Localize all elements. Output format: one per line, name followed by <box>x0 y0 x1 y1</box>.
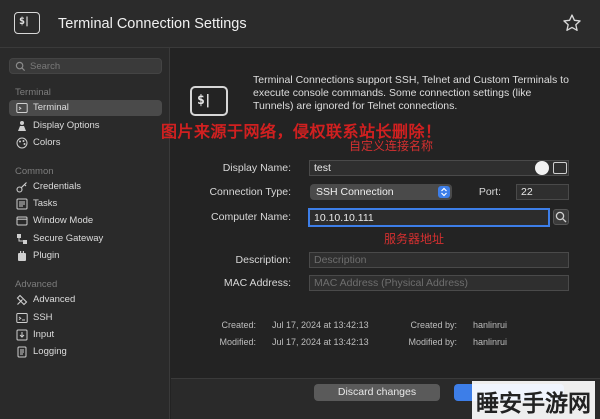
sidebar-item-plugin[interactable]: Plugin <box>9 248 162 264</box>
sidebar-item-label: Credentials <box>33 181 82 192</box>
sidebar: Terminal Terminal Display Options Colors… <box>0 48 170 419</box>
port-input[interactable] <box>516 184 569 200</box>
sidebar-item-window-mode[interactable]: Window Mode <box>9 213 162 229</box>
sidebar-item-input[interactable]: Input <box>9 327 162 343</box>
intro-text: Terminal Connections support SSH, Telnet… <box>253 74 569 112</box>
toggle-knob[interactable] <box>535 161 549 175</box>
sidebar-item-label: Display Options <box>33 120 100 131</box>
tools-icon <box>16 294 28 306</box>
display-name-input[interactable] <box>309 160 569 176</box>
modified-by-value: hanlinrui <box>473 337 508 347</box>
sidebar-item-ssh[interactable]: SSH <box>9 310 162 326</box>
description-label: Description: <box>235 254 291 266</box>
sidebar-item-label: Plugin <box>33 250 60 261</box>
search-icon <box>15 61 26 72</box>
input-icon <box>16 329 28 341</box>
sidebar-item-label: Colors <box>33 137 61 148</box>
connection-type-value: SSH Connection <box>316 186 394 198</box>
display-name-label: Display Name: <box>222 162 291 174</box>
sidebar-item-label: Secure Gateway <box>33 233 104 244</box>
sidebar-item-advanced[interactable]: Advanced <box>9 292 162 308</box>
sidebar-item-label: Terminal <box>33 102 69 113</box>
created-by-value: hanlinrui <box>473 320 508 330</box>
display-options-icon <box>18 121 26 131</box>
mac-address-input[interactable] <box>309 275 569 291</box>
computer-name-label: Computer Name: <box>211 211 291 223</box>
lookup-button[interactable] <box>553 209 569 225</box>
terminal-icon: $| <box>190 86 228 116</box>
computer-name-input[interactable] <box>308 208 550 227</box>
sidebar-item-secure-gateway[interactable]: Secure Gateway <box>9 231 162 247</box>
sidebar-item-label: SSH <box>33 312 53 323</box>
star-icon[interactable] <box>562 13 582 33</box>
sidebar-item-label: Input <box>33 329 55 340</box>
annotation-display-name: 自定义连接名称 <box>349 139 434 153</box>
search-input[interactable] <box>30 59 158 73</box>
colors-icon <box>16 137 28 149</box>
annotation-server-address: 服务器地址 <box>384 232 445 246</box>
logging-icon <box>17 346 27 358</box>
window-title: Terminal Connection Settings <box>58 16 247 32</box>
section-label-terminal: Terminal <box>15 87 51 98</box>
settings-window: $| Terminal Connection Settings Terminal… <box>0 0 600 419</box>
sidebar-item-label: Logging <box>33 346 67 357</box>
port-label: Port: <box>478 186 501 198</box>
plugin-icon <box>18 251 26 261</box>
gateway-icon <box>17 234 27 244</box>
description-input[interactable] <box>309 252 569 268</box>
keyboard-icon[interactable] <box>553 162 567 174</box>
modified-value: Jul 17, 2024 at 13:42:13 <box>272 337 369 347</box>
search-box[interactable] <box>9 58 162 74</box>
terminal-icon: $| <box>14 12 40 34</box>
sidebar-item-display-options[interactable]: Display Options <box>9 118 162 134</box>
section-label-common: Common <box>15 166 54 177</box>
sidebar-item-colors[interactable]: Colors <box>9 135 162 151</box>
site-logo: 睡安手游网 <box>472 381 595 419</box>
connection-type-label: Connection Type: <box>209 186 291 198</box>
title-bar: $| Terminal Connection Settings <box>0 0 600 48</box>
created-value: Jul 17, 2024 at 13:42:13 <box>272 320 369 330</box>
modified-label: Modified: <box>219 337 256 347</box>
tasks-icon <box>16 198 28 210</box>
sidebar-item-label: Advanced <box>33 294 76 305</box>
mac-address-label: MAC Address: <box>223 277 291 289</box>
modified-by-label: Modified by: <box>408 337 457 347</box>
magnifier-icon <box>555 211 567 223</box>
sidebar-item-label: Tasks <box>33 198 58 209</box>
created-by-label: Created by: <box>410 320 457 330</box>
sidebar-item-credentials[interactable]: Credentials <box>9 179 162 195</box>
sidebar-item-tasks[interactable]: Tasks <box>9 196 162 212</box>
main-panel: $| Terminal Connections support SSH, Tel… <box>161 48 600 378</box>
sidebar-item-terminal[interactable]: Terminal <box>9 100 162 116</box>
terminal-icon <box>16 103 28 113</box>
created-label: Created: <box>221 320 256 330</box>
ssh-icon <box>16 313 28 323</box>
discard-changes-button[interactable]: Discard changes <box>314 384 440 401</box>
key-icon <box>16 182 27 193</box>
window-icon <box>16 216 28 226</box>
sidebar-item-label: Window Mode <box>33 215 94 226</box>
section-label-advanced: Advanced <box>15 279 58 290</box>
sidebar-item-logging[interactable]: Logging <box>9 344 162 360</box>
